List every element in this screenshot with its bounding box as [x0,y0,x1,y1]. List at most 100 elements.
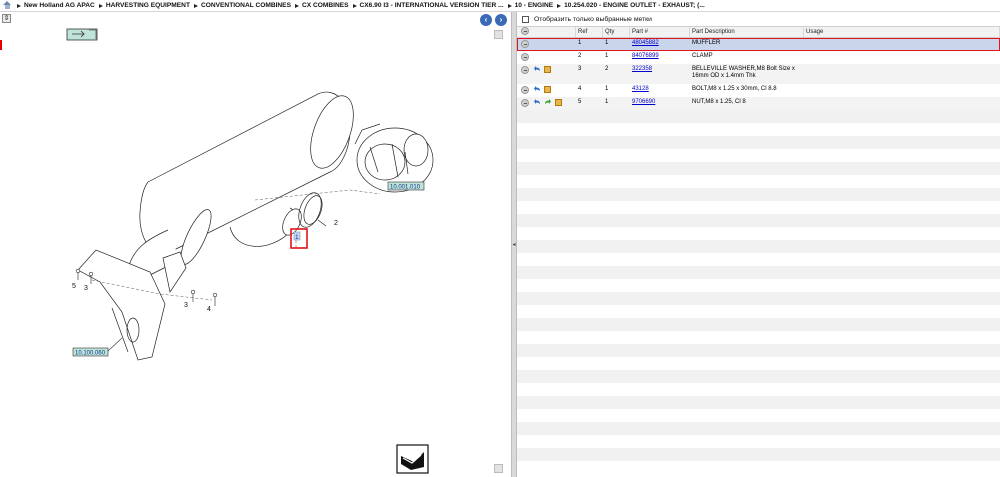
row-desc: BELLEVILLE WASHER,M8 Bolt Size x 16mm OD… [692,66,795,79]
muffler-drawing [127,91,354,282]
fit-view-button[interactable] [494,30,503,39]
new-holland-logo [396,444,429,474]
row-qty: 2 [605,66,609,72]
remove-icon[interactable] [521,99,529,107]
breadcrumb-item[interactable]: CX6.90 I3 - INTERNATIONAL VERSION TIER .… [352,2,504,9]
breadcrumb-label: 10.254.020 - ENGINE OUTLET - EXHAUST; (.… [564,2,705,9]
ref-tag-engine[interactable]: 10.001.010 [387,181,425,191]
show-selected-label: Отобразить только выбранные метки [534,15,652,23]
box-icon[interactable] [544,86,552,93]
row-icons [517,51,576,61]
breadcrumb-item[interactable]: 10.254.020 - ENGINE OUTLET - EXHAUST; (.… [557,2,705,9]
next-sheet-button[interactable]: › [495,14,507,26]
crumb-arrow-icon [17,3,21,8]
row-part: 84076899 [630,51,690,60]
collapse-all-icon[interactable] [521,27,529,35]
app-window: New Holland AG APAC HARVESTING EQUIPMENT… [0,0,1000,477]
remove-icon[interactable] [521,86,529,94]
diagram-svg: 5 3 3 4 2 1 10.001.010 10.100.060 [66,28,434,474]
breadcrumb-item[interactable]: HARVESTING EQUIPMENT [98,2,190,9]
table-row[interactable]: 4 1 43128 BOLT,M8 x 1.25 x 30mm, Cl 8.8 [517,84,1000,97]
breadcrumb-item[interactable]: New Holland AG APAC [17,2,95,9]
header-ref[interactable]: Ref [576,27,603,37]
row-icons [517,38,576,48]
back-arrow-icon[interactable] [533,66,541,73]
header-part[interactable]: Part # [630,27,690,37]
part-number-link[interactable]: 9706690 [632,99,655,105]
table-row[interactable]: 3 2 322358 BELLEVILLE WASHER,M8 Bolt Siz… [517,64,1000,84]
header-usage[interactable]: Usage [804,27,1000,37]
table-header: Ref Qty Part # Part Description Usage [517,26,1000,38]
bracket-drawing [77,249,187,361]
remove-icon[interactable] [521,66,529,74]
part-number-link[interactable]: 84076899 [632,53,659,59]
parts-table: Ref Qty Part # Part Description Usage 1 … [517,26,1000,461]
box-icon[interactable] [544,66,552,73]
row-usage [804,84,1000,86]
callout-4[interactable]: 4 [207,306,211,313]
breadcrumb-item[interactable]: CONVENTIONAL COMBINES [193,2,291,9]
row-usage [804,38,1000,40]
table-row[interactable]: 1 1 48045882 MUFFLER [517,38,1000,51]
callout-5[interactable]: 5 [72,283,76,290]
ref-tag-frame-label: 10.100.060 [75,351,106,357]
breadcrumb-label: CX6.90 I3 - INTERNATIONAL VERSION TIER .… [359,2,504,9]
table-row[interactable]: 2 1 84076899 CLAMP [517,51,1000,64]
diagram-panel: 5 3 3 4 2 1 10.001.010 10.100.060 ⇕ ‹ › [0,12,511,477]
previous-sheet-button[interactable]: ‹ [480,14,492,26]
row-desc: BOLT,M8 x 1.25 x 30mm, Cl 8.8 [692,86,777,92]
back-arrow-icon[interactable] [533,99,541,106]
breadcrumb-item[interactable]: CX COMBINES [294,2,349,9]
crumb-arrow-icon [294,3,299,8]
part-number-link[interactable]: 322358 [632,66,652,72]
crumb-arrow-icon [352,3,357,8]
part-number-link[interactable]: 43128 [632,86,649,92]
header-icons[interactable] [517,27,576,37]
row-icons [517,64,576,74]
breadcrumb-label: CX COMBINES [301,2,349,9]
crumb-arrow-icon [557,3,562,8]
filter-bar: Отобразить только выбранные метки [517,12,1000,26]
zoom-reset-button[interactable] [494,464,503,473]
row-part: 322358 [630,64,690,73]
row-ref: 1 [578,40,582,46]
breadcrumb-label: HARVESTING EQUIPMENT [105,2,190,9]
row-part: 48045882 [630,38,690,47]
row-usage [804,64,1000,66]
table-row[interactable]: 5 1 9706690 NUT,M8 x 1.25, Cl 8 [517,97,1000,110]
row-desc: NUT,M8 x 1.25, Cl 8 [692,99,746,105]
back-arrow-icon[interactable] [533,86,541,93]
breadcrumb: New Holland AG APAC HARVESTING EQUIPMENT… [0,0,1000,12]
green-arrow-icon[interactable] [544,99,552,106]
expand-icon[interactable]: ⇕ [2,14,11,23]
sheet-icon[interactable] [66,28,98,41]
ref-tag-engine-label: 10.001.010 [390,185,421,191]
callout-3[interactable]: 3 [184,302,188,309]
box-icon[interactable] [555,99,563,106]
collapse-arrow-icon[interactable]: ◂ [512,240,516,250]
part-number-link[interactable]: 48045882 [632,40,659,46]
header-qty[interactable]: Qty [603,27,630,37]
remove-icon[interactable] [521,40,529,48]
row-part: 43128 [630,84,690,93]
row-usage [804,97,1000,99]
callout-3[interactable]: 3 [84,285,88,292]
breadcrumb-label: New Holland AG APAC [24,2,95,9]
row-icons [517,97,576,107]
crumb-arrow-icon [98,3,103,8]
row-qty: 1 [605,40,609,46]
header-desc[interactable]: Part Description [690,27,804,37]
show-selected-checkbox[interactable] [522,15,529,23]
parts-list-panel: Отобразить только выбранные метки Ref Qt… [517,12,1000,477]
callout-2[interactable]: 2 [334,220,338,227]
home-icon[interactable] [3,1,12,10]
remove-icon[interactable] [521,53,529,61]
ref-tag-frame[interactable]: 10.100.060 [72,337,123,357]
breadcrumb-label: CONVENTIONAL COMBINES [200,2,291,9]
callout-1: 1 [295,234,299,241]
row-usage [804,51,1000,53]
row-qty: 1 [605,53,609,59]
breadcrumb-item[interactable]: 10 - ENGINE [507,2,553,9]
crumb-arrow-icon [193,3,198,8]
row-icons [517,84,576,94]
